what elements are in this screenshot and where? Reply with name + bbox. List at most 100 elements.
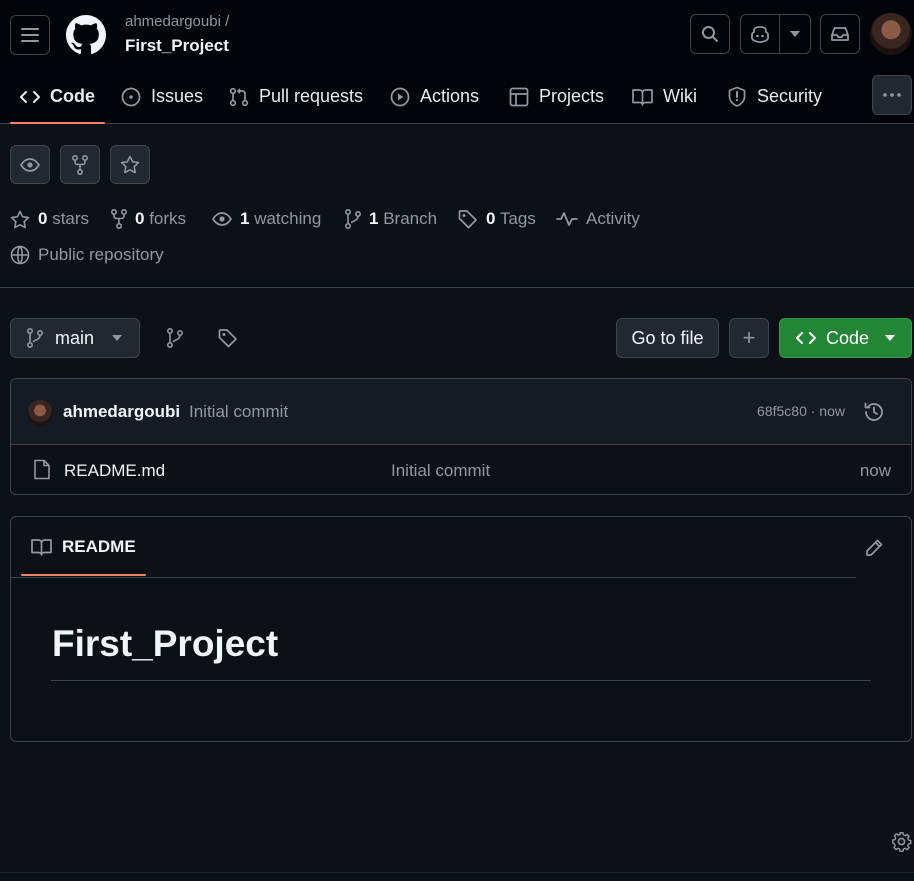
branch-name: main	[55, 327, 95, 348]
repo-name-link[interactable]: First_Project	[125, 36, 229, 56]
tags-count: 0	[486, 209, 496, 228]
file-list: ahmedargoubi Initial commit 68f5c80 · no…	[10, 378, 912, 495]
tab-label: Projects	[539, 86, 605, 106]
readme-heading: First_Project	[52, 623, 279, 664]
repo-nav: Code Issues Pull requests Actions Projec…	[0, 70, 914, 124]
git-branch-icon	[167, 328, 183, 348]
readme-header-divider	[11, 577, 856, 578]
commit-message[interactable]: Initial commit	[189, 402, 288, 422]
forks-link[interactable]: 0 forks	[111, 207, 186, 231]
git-branch-icon	[27, 328, 43, 348]
star-button[interactable]	[110, 145, 150, 184]
history-icon[interactable]	[863, 401, 885, 423]
readme-panel: README First_Project	[10, 516, 912, 742]
readme-tab[interactable]: README	[21, 517, 146, 577]
fork-button[interactable]	[60, 145, 100, 184]
book-icon	[31, 539, 52, 556]
star-icon	[10, 210, 30, 228]
pencil-icon[interactable]	[864, 538, 884, 558]
kebab-horizontal-icon	[883, 93, 901, 97]
fork-icon	[111, 209, 127, 229]
eye-icon	[20, 157, 40, 172]
copilot-button-group	[740, 14, 811, 54]
branch-selector[interactable]: main	[10, 318, 140, 358]
file-name[interactable]: README.md	[64, 461, 165, 481]
search-button[interactable]	[690, 14, 730, 54]
tab-issues[interactable]: Issues	[121, 70, 203, 123]
copilot-button[interactable]	[741, 15, 781, 53]
watching-label: watching	[254, 209, 322, 228]
eye-icon	[212, 212, 232, 226]
heading-underline	[51, 680, 871, 681]
table-icon	[509, 87, 529, 106]
activity-link[interactable]: Activity	[556, 207, 640, 231]
visibility-info: Public repository	[10, 243, 164, 267]
issue-icon	[121, 87, 141, 106]
visibility-label: Public repository	[38, 245, 164, 264]
tab-code[interactable]: Code	[10, 70, 105, 124]
more-tabs-button[interactable]	[872, 75, 912, 115]
branch-count: 1	[369, 209, 379, 228]
tab-security[interactable]: Security	[727, 70, 822, 123]
tab-actions[interactable]: Actions	[390, 70, 479, 123]
top-header: ahmedargoubi / First_Project	[0, 0, 914, 70]
add-file-button[interactable]: +	[729, 318, 769, 358]
copilot-icon	[751, 26, 770, 43]
menu-button[interactable]	[10, 15, 50, 55]
tab-label: Pull requests	[259, 86, 364, 106]
fork-icon	[72, 154, 88, 175]
go-to-file-button[interactable]: Go to file	[616, 318, 719, 358]
tab-wiki[interactable]: Wiki	[632, 70, 697, 123]
footer-divider	[0, 872, 914, 873]
search-icon	[702, 26, 718, 42]
user-avatar[interactable]	[870, 13, 912, 55]
code-dropdown-button[interactable]: Code	[779, 318, 912, 358]
tab-pull-requests[interactable]: Pull requests	[229, 70, 363, 123]
activity-label: Activity	[586, 209, 640, 228]
watching-link[interactable]: 1 watching	[212, 207, 321, 231]
tags-link[interactable]: 0 Tags	[458, 207, 536, 231]
stars-label: stars	[52, 209, 90, 228]
copilot-dropdown-button[interactable]	[780, 15, 810, 53]
code-icon	[795, 332, 816, 344]
watching-count: 1	[240, 209, 250, 228]
github-logo-icon[interactable]	[66, 15, 106, 55]
inbox-button[interactable]	[820, 14, 860, 54]
file-row[interactable]: README.md Initial commit now	[11, 445, 911, 494]
git-branch-icon	[345, 209, 361, 229]
repo-owner-link[interactable]: ahmedargoubi /	[125, 13, 229, 30]
branches-link[interactable]: 1 Branch	[345, 207, 437, 231]
forks-label: forks	[149, 209, 187, 228]
code-icon	[20, 90, 40, 103]
play-icon	[390, 87, 410, 106]
branches-icon-button[interactable]	[167, 328, 183, 348]
book-icon	[632, 88, 653, 106]
tags-icon-button[interactable]	[218, 328, 238, 348]
branch-label: Branch	[383, 209, 438, 228]
tab-projects[interactable]: Projects	[509, 70, 604, 123]
commit-sha-time[interactable]: 68f5c80 · now	[757, 403, 845, 419]
tab-label: Code	[50, 86, 95, 106]
commit-author-avatar[interactable]	[27, 400, 53, 426]
file-time: now	[859, 461, 891, 480]
shield-icon	[728, 86, 746, 107]
forks-count: 0	[135, 209, 145, 228]
tab-label: Issues	[151, 86, 204, 106]
pulse-icon	[556, 212, 578, 226]
section-divider	[0, 287, 914, 288]
file-icon	[34, 459, 50, 480]
tag-icon	[458, 210, 477, 229]
tag-icon	[218, 329, 237, 348]
stars-count: 0	[38, 209, 48, 228]
watch-button[interactable]	[10, 145, 50, 184]
stars-link[interactable]: 0 stars	[10, 207, 89, 231]
gear-icon[interactable]	[891, 831, 912, 852]
tab-label: Actions	[420, 86, 480, 106]
file-commit-message[interactable]: Initial commit	[391, 461, 490, 481]
star-icon	[120, 155, 140, 174]
tags-label: Tags	[499, 209, 536, 228]
commit-author[interactable]: ahmedargoubi	[63, 402, 180, 422]
tab-label: Security	[757, 86, 823, 106]
globe-icon	[10, 245, 30, 265]
caret-down-icon	[885, 335, 896, 341]
